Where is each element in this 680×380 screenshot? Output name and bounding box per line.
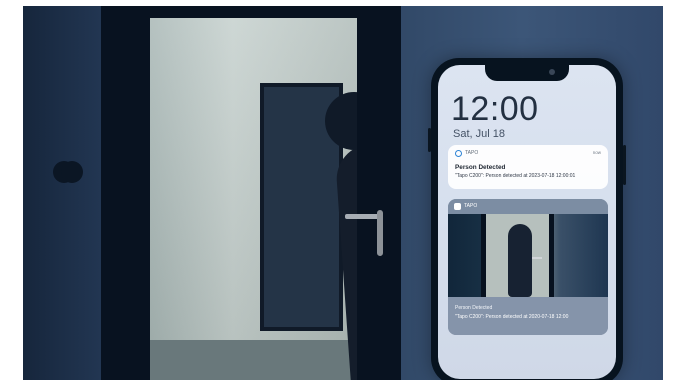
tapo-icon bbox=[454, 203, 461, 210]
snapshot-title: Person Detected bbox=[455, 305, 493, 311]
notification-app-name: TAPO bbox=[465, 150, 479, 156]
snapshot-header: TAPO bbox=[448, 199, 608, 214]
snapshot-app-name: TAPO bbox=[464, 203, 478, 209]
door-lock-plate bbox=[377, 210, 383, 256]
notification-header: TAPO now bbox=[455, 150, 601, 159]
volume-button bbox=[428, 128, 431, 152]
marketing-image: 12:00 Sat, Jul 18 TAPO now Person Detect… bbox=[0, 0, 680, 380]
lock-screen: 12:00 Sat, Jul 18 TAPO now Person Detect… bbox=[438, 65, 616, 379]
notification-time: now bbox=[592, 150, 601, 155]
snapshot-person bbox=[508, 224, 532, 297]
notification-title: Person Detected bbox=[455, 164, 506, 171]
smartphone: 12:00 Sat, Jul 18 TAPO now Person Detect… bbox=[428, 58, 626, 380]
snapshot-message: "Tapo C200": Person detected at 2020-07-… bbox=[455, 314, 569, 320]
front-camera-icon bbox=[549, 69, 555, 75]
open-doorway bbox=[150, 18, 357, 380]
lock-screen-date: Sat, Jul 18 bbox=[453, 128, 505, 140]
left-door-handle bbox=[61, 161, 83, 183]
camera-snapshot[interactable] bbox=[448, 214, 608, 297]
door-handle bbox=[345, 214, 381, 219]
lock-screen-time: 12:00 bbox=[451, 90, 539, 128]
hallway-floor bbox=[150, 340, 357, 380]
power-button bbox=[623, 145, 626, 185]
camera-snapshot-notification[interactable]: TAPO Person Detected "Tapo C200": Person… bbox=[448, 199, 608, 335]
snapshot-handle bbox=[532, 257, 542, 259]
left-wall bbox=[23, 6, 101, 380]
phone-notch bbox=[485, 65, 569, 81]
snapshot-caption: Person Detected "Tapo C200": Person dete… bbox=[448, 297, 608, 335]
tapo-icon bbox=[455, 150, 462, 157]
person-detected-notification[interactable]: TAPO now Person Detected "Tapo C200": Pe… bbox=[448, 145, 608, 189]
notification-message: "Tapo C200": Person detected at 2023-07-… bbox=[455, 173, 576, 179]
